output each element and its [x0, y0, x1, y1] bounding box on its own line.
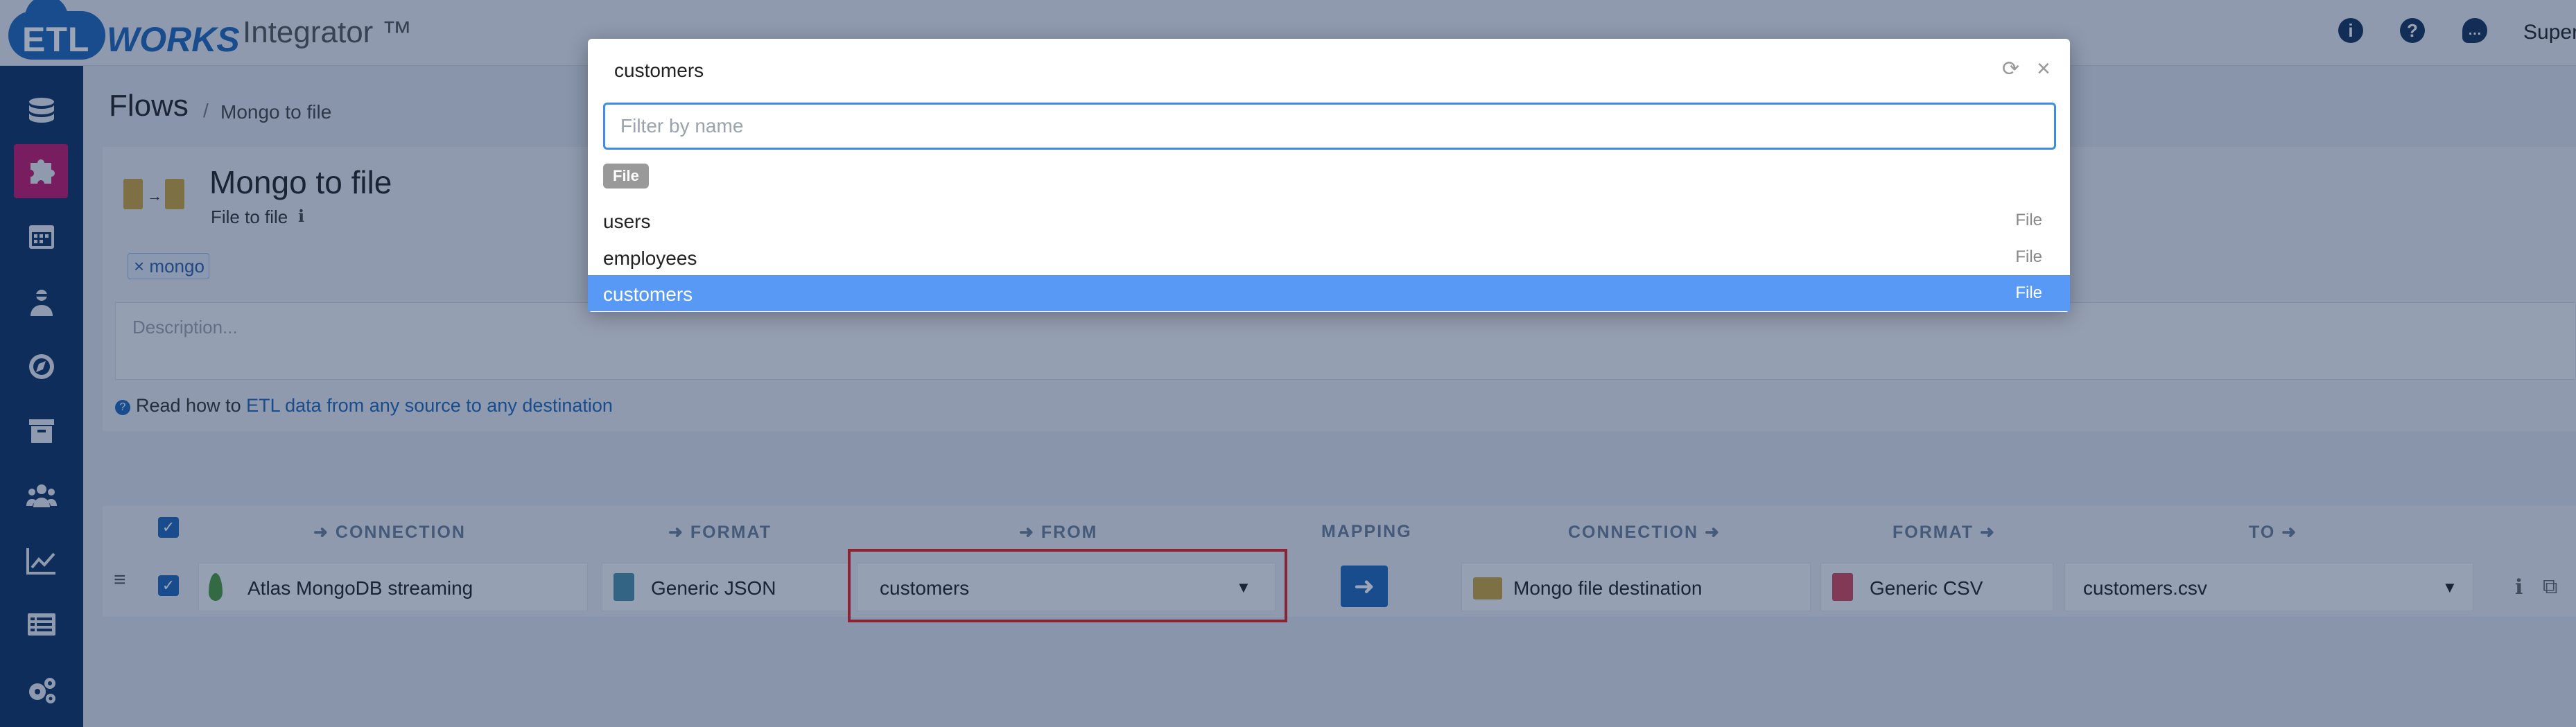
list-item[interactable]: users File — [588, 202, 2070, 238]
modal-title: customers — [614, 60, 704, 81]
list-item-selected[interactable]: customers File — [588, 275, 2070, 311]
select-object-modal: customers ⟳ × File users File employees … — [588, 39, 2070, 312]
item-type: File — [2015, 283, 2042, 302]
item-type: File — [2015, 211, 2042, 229]
item-name: employees — [603, 247, 697, 269]
close-icon[interactable]: × — [2037, 55, 2051, 82]
item-name: users — [603, 211, 651, 232]
filter-input[interactable] — [603, 103, 2056, 150]
item-name: customers — [603, 283, 693, 305]
list-item[interactable]: employees File — [588, 239, 2070, 275]
refresh-icon[interactable]: ⟳ — [2002, 57, 2019, 81]
item-type: File — [2015, 247, 2042, 266]
file-filter-badge[interactable]: File — [603, 164, 649, 189]
